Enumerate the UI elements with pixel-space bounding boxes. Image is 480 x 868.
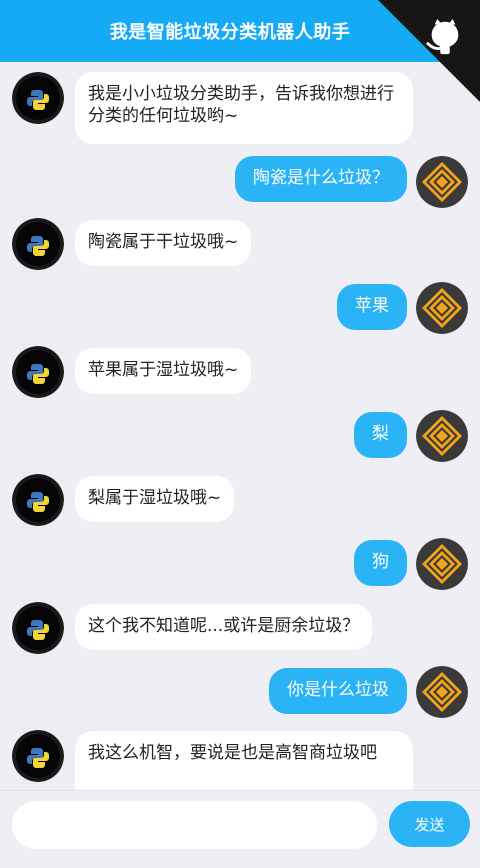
user-avatar <box>416 410 468 462</box>
message-row: 梨属于湿垃圾哦~ <box>0 474 480 528</box>
user-avatar <box>416 282 468 334</box>
user-avatar <box>416 156 468 208</box>
bot-avatar <box>12 218 64 270</box>
orange-diamond-logo-icon <box>416 282 468 334</box>
python-logo-icon <box>12 218 64 270</box>
message-row: 狗 <box>0 538 480 592</box>
bot-message-bubble: 我是小小垃圾分类助手，告诉我你想进行分类的任何垃圾哟~ <box>75 72 413 144</box>
python-logo-icon <box>12 602 64 654</box>
orange-diamond-logo-icon <box>416 538 468 590</box>
user-message-bubble: 你是什么垃圾 <box>269 668 407 714</box>
bot-avatar <box>12 474 64 526</box>
orange-diamond-logo-icon <box>416 410 468 462</box>
python-logo-icon <box>12 474 64 526</box>
message-row: 我这么机智，要说是也是高智商垃圾吧 <box>0 730 480 790</box>
orange-diamond-logo-icon <box>416 666 468 718</box>
github-corner-icon[interactable] <box>378 0 480 102</box>
bot-avatar <box>12 602 64 654</box>
message-row: 陶瓷是什么垃圾？ <box>0 156 480 210</box>
bot-avatar <box>12 72 64 124</box>
bot-avatar <box>12 730 64 782</box>
python-logo-icon <box>12 730 64 782</box>
send-button[interactable]: 发送 <box>389 801 470 847</box>
bot-message-bubble: 我这么机智，要说是也是高智商垃圾吧 <box>75 731 413 790</box>
chat-list: 我是小小垃圾分类助手，告诉我你想进行分类的任何垃圾哟~ 陶瓷是什么垃圾？ 陶瓷属… <box>0 62 480 790</box>
bot-message-bubble: 梨属于湿垃圾哦~ <box>75 476 235 522</box>
orange-diamond-logo-icon <box>416 156 468 208</box>
bot-message-bubble: 这个我不知道呢...或许是厨余垃圾？ <box>75 604 373 650</box>
message-row: 这个我不知道呢...或许是厨余垃圾？ <box>0 602 480 656</box>
python-logo-icon <box>12 346 64 398</box>
message-row: 陶瓷属于干垃圾哦~ <box>0 218 480 272</box>
python-logo-icon <box>12 72 64 124</box>
message-row: 你是什么垃圾 <box>0 666 480 720</box>
bot-avatar <box>12 346 64 398</box>
user-message-bubble: 梨 <box>354 412 407 458</box>
user-avatar <box>416 666 468 718</box>
user-message-bubble: 陶瓷是什么垃圾？ <box>235 156 407 202</box>
user-message-bubble: 狗 <box>354 540 407 586</box>
bot-message-bubble: 苹果属于湿垃圾哦~ <box>75 348 252 394</box>
page-title: 我是智能垃圾分类机器人助手 <box>109 22 351 43</box>
input-bar: 发送 <box>0 790 480 868</box>
message-row: 苹果 <box>0 282 480 336</box>
bot-message-bubble: 陶瓷属于干垃圾哦~ <box>75 220 252 266</box>
message-input[interactable] <box>12 801 377 849</box>
message-row: 苹果属于湿垃圾哦~ <box>0 346 480 400</box>
user-avatar <box>416 538 468 590</box>
message-row: 梨 <box>0 410 480 464</box>
user-message-bubble: 苹果 <box>337 284 407 330</box>
